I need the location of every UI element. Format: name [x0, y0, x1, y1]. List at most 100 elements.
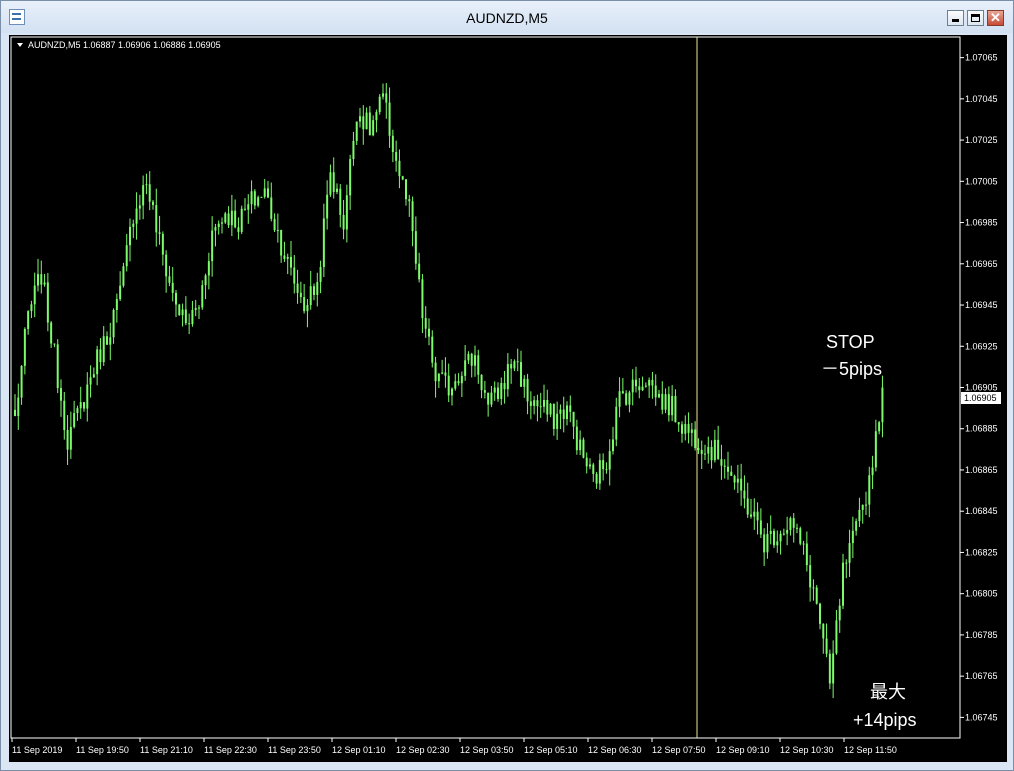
candle-body — [460, 375, 463, 384]
time-tick-label: 12 Sep 09:10 — [716, 745, 770, 755]
candle-body — [138, 205, 141, 209]
candle-body — [401, 176, 404, 180]
candle-body — [92, 374, 95, 378]
candle-body — [342, 214, 345, 230]
candle-body — [753, 511, 756, 517]
candle-body — [858, 509, 861, 522]
dropdown-arrow-icon[interactable] — [17, 43, 23, 47]
candle-body — [168, 276, 171, 283]
time-tick-label: 12 Sep 11:50 — [844, 745, 897, 755]
candle-body — [76, 408, 79, 414]
candles-group — [14, 83, 884, 699]
candle-body — [503, 383, 506, 390]
candle-body — [293, 267, 296, 284]
candle-body — [631, 379, 634, 393]
candle-body — [782, 533, 785, 535]
candle-body — [819, 603, 821, 624]
candle-body — [372, 120, 375, 136]
time-tick-label: 12 Sep 07:50 — [652, 745, 706, 755]
candle-body — [188, 323, 191, 325]
candle-body — [743, 490, 746, 499]
candle-body — [575, 426, 578, 451]
minimize-button[interactable] — [947, 10, 964, 26]
candle-body — [260, 196, 263, 198]
candle-body — [444, 372, 447, 376]
candle-body — [851, 530, 854, 544]
candle-body — [477, 355, 480, 375]
candle-body — [221, 222, 223, 224]
close-button[interactable]: ✕ — [987, 10, 1004, 26]
candle-body — [792, 518, 795, 528]
candle-body — [194, 308, 197, 310]
chart-area[interactable]: 1.07065 1.07045 1.07025 1.07005 1.06985 1.069… — [9, 35, 1007, 762]
candle-body — [296, 283, 299, 293]
candle-body — [375, 112, 378, 121]
candle-body — [60, 388, 62, 401]
candle-body — [855, 521, 858, 531]
candle-body — [125, 245, 128, 267]
time-tick-label: 11 Sep 22:30 — [204, 745, 257, 755]
candle-body — [470, 353, 473, 366]
candle-body — [789, 518, 792, 531]
candle-body — [129, 226, 131, 246]
candle-body — [769, 530, 772, 534]
candle-body — [253, 191, 256, 206]
stop-annotation-pips: －5pips — [821, 359, 882, 379]
price-tick-label: 1.06745 — [965, 712, 998, 722]
candle-body — [171, 282, 174, 293]
candle-body — [736, 478, 739, 483]
candle-body — [493, 387, 496, 393]
candle-body — [303, 297, 306, 312]
candle-body — [152, 201, 154, 206]
maximize-icon — [971, 14, 980, 22]
candle-body — [861, 504, 864, 510]
candle-body — [556, 413, 559, 429]
candle-body — [566, 405, 568, 420]
candle-body — [447, 375, 450, 396]
candle-body — [391, 135, 394, 153]
candle-body — [871, 467, 874, 476]
candle-body — [487, 392, 490, 405]
candle-body — [270, 197, 273, 219]
candle-body — [336, 188, 338, 192]
candle-body — [66, 430, 69, 450]
candle-body — [707, 446, 710, 454]
candle-body — [441, 372, 444, 374]
candle-body — [161, 233, 164, 255]
candle-body — [345, 195, 348, 230]
maximize-button[interactable] — [967, 10, 984, 26]
candle-body — [191, 309, 194, 325]
candle-body — [155, 205, 158, 233]
candle-body — [533, 400, 536, 406]
candle-body — [207, 261, 210, 276]
candle-body — [286, 256, 289, 259]
price-chart[interactable]: 1.07065 1.07045 1.07025 1.07005 1.06985 1.069… — [9, 35, 1007, 762]
time-tick-label: 12 Sep 06:30 — [588, 745, 642, 755]
candle-body — [46, 282, 49, 323]
candle-body — [677, 422, 680, 425]
candle-body — [654, 385, 657, 398]
candle-body — [809, 565, 812, 588]
title-bar[interactable]: AUDNZD,M5 ✕ — [1, 1, 1013, 33]
time-axis: 11 Sep 2019 11 Sep 19:50 11 Sep 21:10 11 Se… — [11, 738, 897, 755]
candle-body — [546, 400, 549, 415]
candle-body — [53, 343, 56, 345]
candle-body — [467, 353, 470, 361]
candle-body — [421, 279, 424, 319]
candle-body — [240, 208, 243, 232]
candle-body — [681, 424, 683, 434]
candle-body — [796, 527, 798, 529]
candle-body — [437, 373, 440, 382]
current-price-label: 1.06905 — [964, 393, 997, 403]
candle-body — [434, 362, 437, 382]
candle-body — [109, 337, 112, 345]
candle-body — [644, 385, 647, 387]
candle-body — [79, 402, 82, 409]
candle-body — [825, 638, 828, 654]
candle-body — [799, 528, 802, 544]
candle-body — [30, 304, 33, 312]
candle-body — [309, 286, 312, 306]
candle-body — [579, 439, 582, 451]
candle-body — [845, 562, 848, 564]
candle-body — [838, 605, 841, 621]
